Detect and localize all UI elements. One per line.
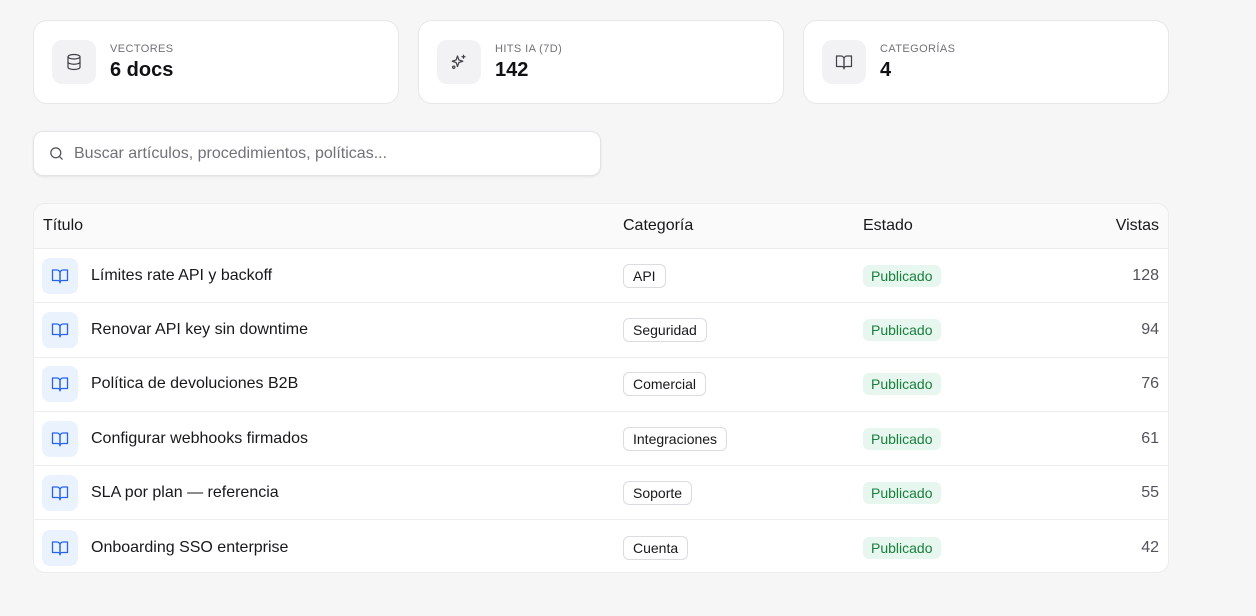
row-title[interactable]: Límites rate API y backoff [91, 267, 272, 285]
book-open-icon [42, 366, 78, 403]
articles-table: Título Categoría Estado Vistas Límites r… [33, 203, 1169, 573]
row-title[interactable]: SLA por plan — referencia [91, 484, 279, 502]
book-open-icon [42, 257, 78, 294]
row-views: 76 [1141, 375, 1159, 393]
category-badge: Seguridad [623, 317, 707, 342]
stats-row: VECTORES 6 docs HITS IA (7D) 142 CATEGOR… [33, 20, 1169, 104]
row-views: 61 [1141, 429, 1159, 447]
stat-label: CATEGORÍAS [880, 42, 956, 55]
row-title[interactable]: Configurar webhooks firmados [91, 430, 308, 448]
row-title[interactable]: Renovar API key sin downtime [91, 321, 308, 339]
table-row[interactable]: SLA por plan — referencia Soporte Public… [34, 466, 1168, 521]
header-state[interactable]: Estado [863, 217, 913, 235]
row-title[interactable]: Onboarding SSO enterprise [91, 539, 288, 557]
table-row[interactable]: Política de devoluciones B2B Comercial P… [34, 358, 1168, 412]
category-badge: Soporte [623, 480, 693, 505]
header-category[interactable]: Categoría [623, 217, 693, 235]
row-views: 42 [1141, 538, 1159, 556]
table-row[interactable]: Renovar API key sin downtime Seguridad P… [34, 303, 1168, 358]
status-badge: Publicado [863, 427, 941, 450]
stat-label: HITS IA (7D) [495, 42, 563, 55]
search-bar[interactable] [33, 131, 601, 176]
category-badge: Cuenta [623, 535, 689, 560]
book-open-icon [42, 311, 78, 348]
sparkles-icon [437, 40, 481, 84]
table-row[interactable]: Límites rate API y backoff API Publicado… [34, 249, 1168, 304]
search-icon [50, 147, 63, 160]
status-badge: Publicado [863, 481, 941, 504]
row-views: 55 [1141, 483, 1159, 501]
row-title[interactable]: Política de devoluciones B2B [91, 375, 298, 393]
row-views: 94 [1141, 320, 1159, 338]
status-badge: Publicado [863, 373, 941, 396]
book-open-icon [42, 474, 78, 511]
stat-label: VECTORES [110, 42, 174, 55]
book-open-icon [42, 420, 78, 457]
search-input[interactable] [74, 144, 574, 163]
database-icon [52, 40, 96, 84]
stat-value: 4 [880, 58, 892, 81]
header-views[interactable]: Vistas [1116, 217, 1159, 235]
category-badge: Comercial [623, 372, 707, 397]
header-title[interactable]: Título [43, 217, 83, 235]
book-open-icon [42, 529, 78, 566]
row-views: 128 [1132, 266, 1159, 284]
category-badge: API [623, 263, 666, 288]
stat-card-hits: HITS IA (7D) 142 [418, 20, 784, 104]
stat-value: 6 docs [110, 58, 174, 81]
status-badge: Publicado [863, 536, 941, 559]
table-header: Título Categoría Estado Vistas [34, 204, 1168, 249]
table-row[interactable]: Configurar webhooks firmados Integracion… [34, 412, 1168, 467]
table-row[interactable]: Onboarding SSO enterprise Cuenta Publica… [34, 520, 1168, 572]
status-badge: Publicado [863, 318, 941, 341]
category-badge: Integraciones [623, 426, 728, 451]
status-badge: Publicado [863, 264, 941, 287]
stat-card-categorias: CATEGORÍAS 4 [803, 20, 1169, 104]
stat-card-vectores: VECTORES 6 docs [33, 20, 399, 104]
book-open-icon [822, 40, 866, 84]
stat-value: 142 [495, 58, 529, 81]
